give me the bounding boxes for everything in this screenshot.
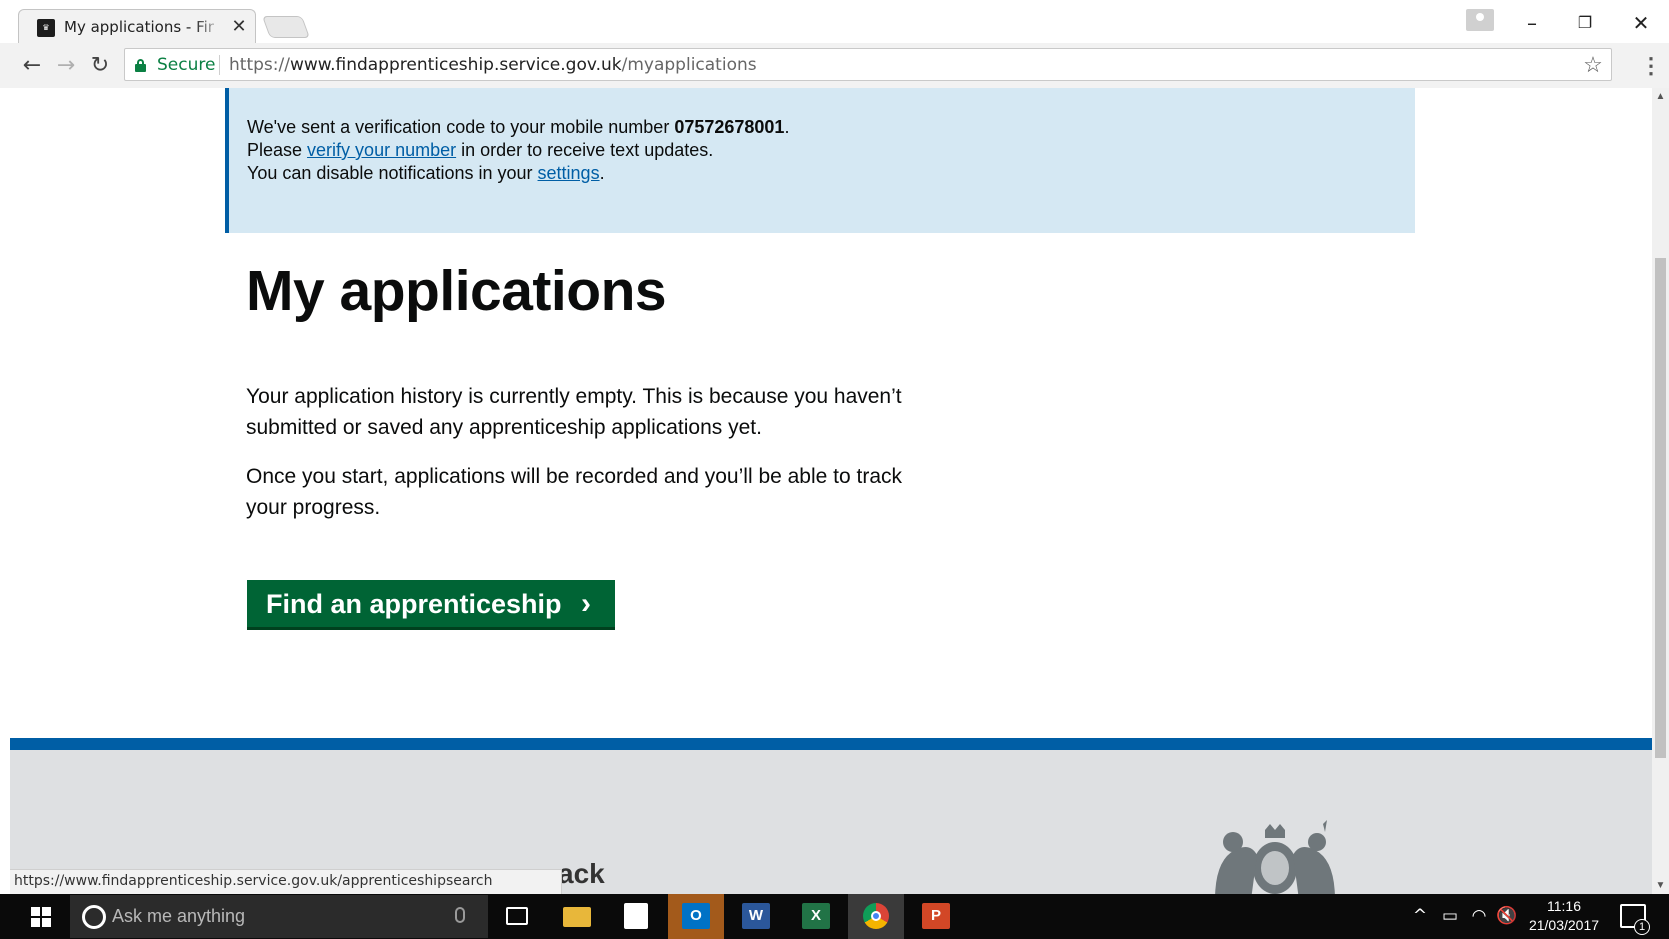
settings-link[interactable]: settings (538, 163, 600, 183)
taskbar: Ask me anything O W X P ^ ▭ ◠ � (0, 894, 1669, 939)
restore-icon[interactable]: ❐ (1562, 6, 1608, 40)
chrome-icon[interactable] (848, 894, 904, 939)
footer-stripe (10, 738, 1652, 750)
mobile-number: 07572678001 (674, 117, 785, 137)
url-text[interactable]: https://www.findapprenticeship.service.g… (229, 55, 757, 75)
royal-coat-of-arms-icon (1215, 820, 1335, 894)
address-bar[interactable]: Secure https://www.findapprenticeship.se… (124, 48, 1612, 81)
window-close-icon[interactable]: ✕ (1618, 6, 1664, 40)
word-icon[interactable]: W (728, 894, 784, 939)
excel-icon[interactable]: X (788, 894, 844, 939)
notice-line2-suffix: in order to receive text updates. (456, 140, 714, 160)
powerpoint-icon[interactable]: P (908, 894, 964, 939)
cortana-icon (82, 905, 106, 929)
screen: ♛ My applications - Find an apprenticesh… (0, 0, 1669, 939)
tab-my-applications[interactable]: ♛ My applications - Find an apprenticesh… (18, 9, 256, 43)
back-icon[interactable]: ← (17, 51, 47, 81)
find-apprenticeship-button[interactable]: Find an apprenticeship › (247, 580, 615, 630)
minimize-icon[interactable]: – (1509, 6, 1555, 40)
secure-label: Secure (157, 55, 216, 75)
microphone-icon[interactable] (455, 907, 465, 923)
battery-icon[interactable]: ▭ (1438, 894, 1462, 939)
notice-line2-prefix: Please (247, 140, 308, 160)
tab-close-icon[interactable]: ✕ (229, 15, 249, 37)
task-view-icon[interactable] (489, 894, 545, 939)
wifi-icon[interactable]: ◠ (1466, 894, 1492, 939)
notice-line-3: You can disable notifications in your se… (247, 161, 605, 185)
tab-title-fade (194, 15, 224, 39)
browser-chrome: ♛ My applications - Find an apprenticesh… (0, 0, 1669, 88)
page-viewport: We've sent a verification code to your m… (10, 88, 1652, 894)
clock-date: 21/03/2017 (1528, 917, 1600, 933)
outlook-icon[interactable]: O (668, 894, 724, 939)
progress-info-text: Once you start, applications will be rec… (246, 465, 903, 519)
page-title: My applications (246, 259, 667, 323)
notification-count-badge: 1 (1634, 919, 1650, 935)
profile-icon[interactable] (1466, 9, 1494, 31)
system-clock[interactable]: 11:16 21/03/2017 (1524, 897, 1604, 935)
notice-line-2: Please verify your number in order to re… (247, 138, 713, 162)
notice-line-1: We've sent a verification code to your m… (247, 115, 789, 139)
verify-number-link[interactable]: verify your number (307, 140, 456, 160)
cortana-search-box[interactable]: Ask me anything (70, 895, 488, 938)
find-apprenticeship-label: Find an apprenticeship (266, 589, 562, 619)
chevron-right-icon: › (581, 587, 591, 620)
browser-menu-icon[interactable]: ⋮ (1640, 51, 1662, 81)
reload-icon[interactable]: ↻ (85, 51, 115, 81)
scroll-up-icon[interactable]: ▲ (1652, 88, 1669, 105)
new-tab-button[interactable] (261, 16, 311, 38)
notice-line3-prefix: You can disable notifications in your (247, 163, 538, 183)
notice-line1-suffix: . (784, 117, 790, 137)
clock-time: 11:16 (1547, 898, 1581, 914)
empty-history-text: Your application history is currently em… (246, 385, 902, 439)
file-explorer-icon[interactable] (549, 894, 605, 939)
scroll-down-icon[interactable]: ▼ (1652, 877, 1669, 894)
notice-line3-suffix: . (599, 163, 605, 183)
store-icon[interactable] (608, 894, 664, 939)
address-separator (219, 55, 220, 75)
bookmark-star-icon[interactable]: ☆ (1581, 52, 1605, 78)
windows-start-icon[interactable] (12, 894, 66, 939)
url-scheme: https:// (229, 55, 290, 75)
lock-icon (135, 59, 146, 72)
footer-heading-partial: ack (558, 858, 605, 889)
tab-title: My applications - Find an apprenticeship (64, 18, 214, 36)
page-scrollbar[interactable]: ▲ ▼ (1652, 88, 1669, 894)
status-bar-url: https://www.findapprenticeship.service.g… (10, 869, 562, 894)
scroll-thumb[interactable] (1655, 258, 1666, 758)
volume-muted-icon[interactable]: 🔇 (1494, 894, 1520, 939)
notice-line1-prefix: We've sent a verification code to your m… (247, 117, 675, 137)
tab-strip: ♛ My applications - Find an apprenticesh… (0, 0, 1669, 43)
crown-favicon-icon: ♛ (37, 19, 55, 37)
browser-toolbar: ← → ↻ Secure https://www.findapprentices… (0, 43, 1669, 88)
url-path: /myapplications (621, 55, 757, 75)
url-host: www.findapprenticeship.service.gov.uk (289, 55, 622, 75)
show-hidden-icons-icon[interactable]: ^ (1408, 894, 1432, 939)
search-placeholder: Ask me anything (112, 906, 246, 926)
verification-notice: We've sent a verification code to your m… (225, 88, 1415, 233)
forward-icon[interactable]: → (51, 51, 81, 81)
